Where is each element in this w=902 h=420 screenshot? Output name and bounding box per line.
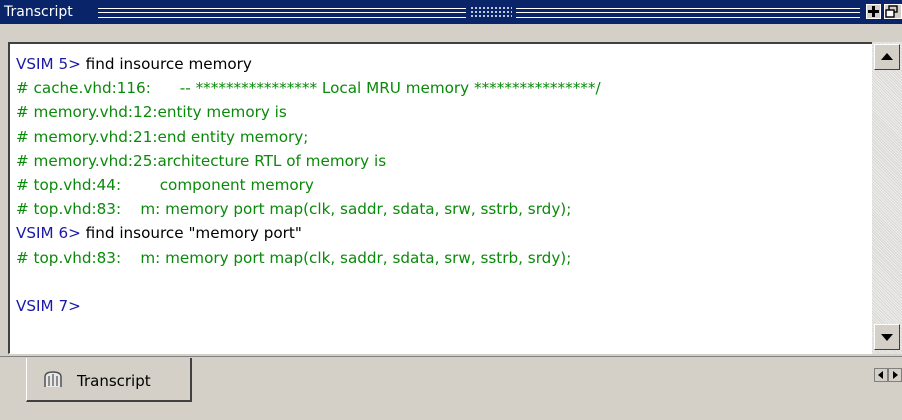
plus-box-icon [868, 6, 879, 17]
titlebar-drag-handle[interactable] [470, 6, 512, 17]
transcript-line: # memory.vhd:25:architecture RTL of memo… [16, 149, 601, 173]
arrow-down-icon [881, 334, 893, 341]
transcript-output-text: # top.vhd:44: component memory [16, 175, 314, 194]
transcript-line [16, 270, 601, 294]
transcript-line: VSIM 6> find insource "memory port" [16, 221, 601, 245]
transcript-output-text: # memory.vhd:25:architecture RTL of memo… [16, 151, 387, 170]
titlebar-grip-right [516, 8, 860, 18]
transcript-output-text: # memory.vhd:12:entity memory is [16, 103, 287, 122]
transcript-line: VSIM 7> [16, 294, 601, 318]
vertical-scrollbar[interactable] [872, 42, 902, 354]
transcript-line: # memory.vhd:21:end entity memory; [16, 125, 601, 149]
transcript-output-text: # top.vhd:83: m: memory port map(clk, sa… [16, 200, 572, 219]
transcript-output-text: # cache.vhd:116: -- **************** Loc… [16, 79, 601, 98]
transcript-output-text: # memory.vhd:21:end entity memory; [16, 127, 309, 146]
scroll-down-button[interactable] [874, 324, 900, 350]
dock-button[interactable] [866, 4, 881, 19]
window-title: Transcript [4, 4, 73, 20]
transcript-lines: VSIM 5> find insource memory # cache.vhd:… [16, 52, 601, 318]
restore-window-icon [885, 5, 898, 18]
transcript-command-text: find insource memory [80, 55, 252, 73]
transcript-command-text: find insource "memory port" [80, 224, 302, 243]
arrow-left-icon [878, 371, 883, 379]
transcript-line: # top.vhd:44: component memory [16, 173, 601, 197]
transcript-line: # top.vhd:83: m: memory port map(clk, sa… [16, 246, 601, 270]
tab-scroll-left-button[interactable] [874, 368, 888, 382]
tab-transcript[interactable]: Transcript [26, 358, 192, 402]
transcript-prompt: VSIM 5> [16, 55, 81, 73]
scroll-up-button[interactable] [874, 44, 900, 70]
transcript-line: # top.vhd:83: m: memory port map(clk, sa… [16, 197, 601, 221]
titlebar-grip-left [98, 8, 466, 18]
transcript-line: VSIM 5> find insource memory [16, 52, 601, 76]
arrow-up-icon [881, 53, 893, 60]
tab-scroll-right-button[interactable] [888, 368, 902, 382]
transcript-line: # cache.vhd:116: -- **************** Loc… [16, 76, 601, 100]
transcript-prompt: VSIM 7> [16, 296, 81, 315]
transcript-prompt: VSIM 6> [16, 224, 81, 243]
transcript-pane[interactable]: VSIM 5> find insource memory # cache.vhd:… [8, 42, 872, 354]
transcript-line: # memory.vhd:12:entity memory is [16, 100, 601, 124]
undock-button[interactable] [884, 4, 902, 19]
transcript-output-text: # top.vhd:83: m: memory port map(clk, sa… [16, 248, 572, 267]
tab-transcript-label: Transcript [77, 372, 151, 390]
arrow-right-icon [893, 371, 898, 379]
window-titlebar[interactable]: Transcript [0, 0, 902, 24]
transcript-tab-icon [43, 370, 63, 392]
